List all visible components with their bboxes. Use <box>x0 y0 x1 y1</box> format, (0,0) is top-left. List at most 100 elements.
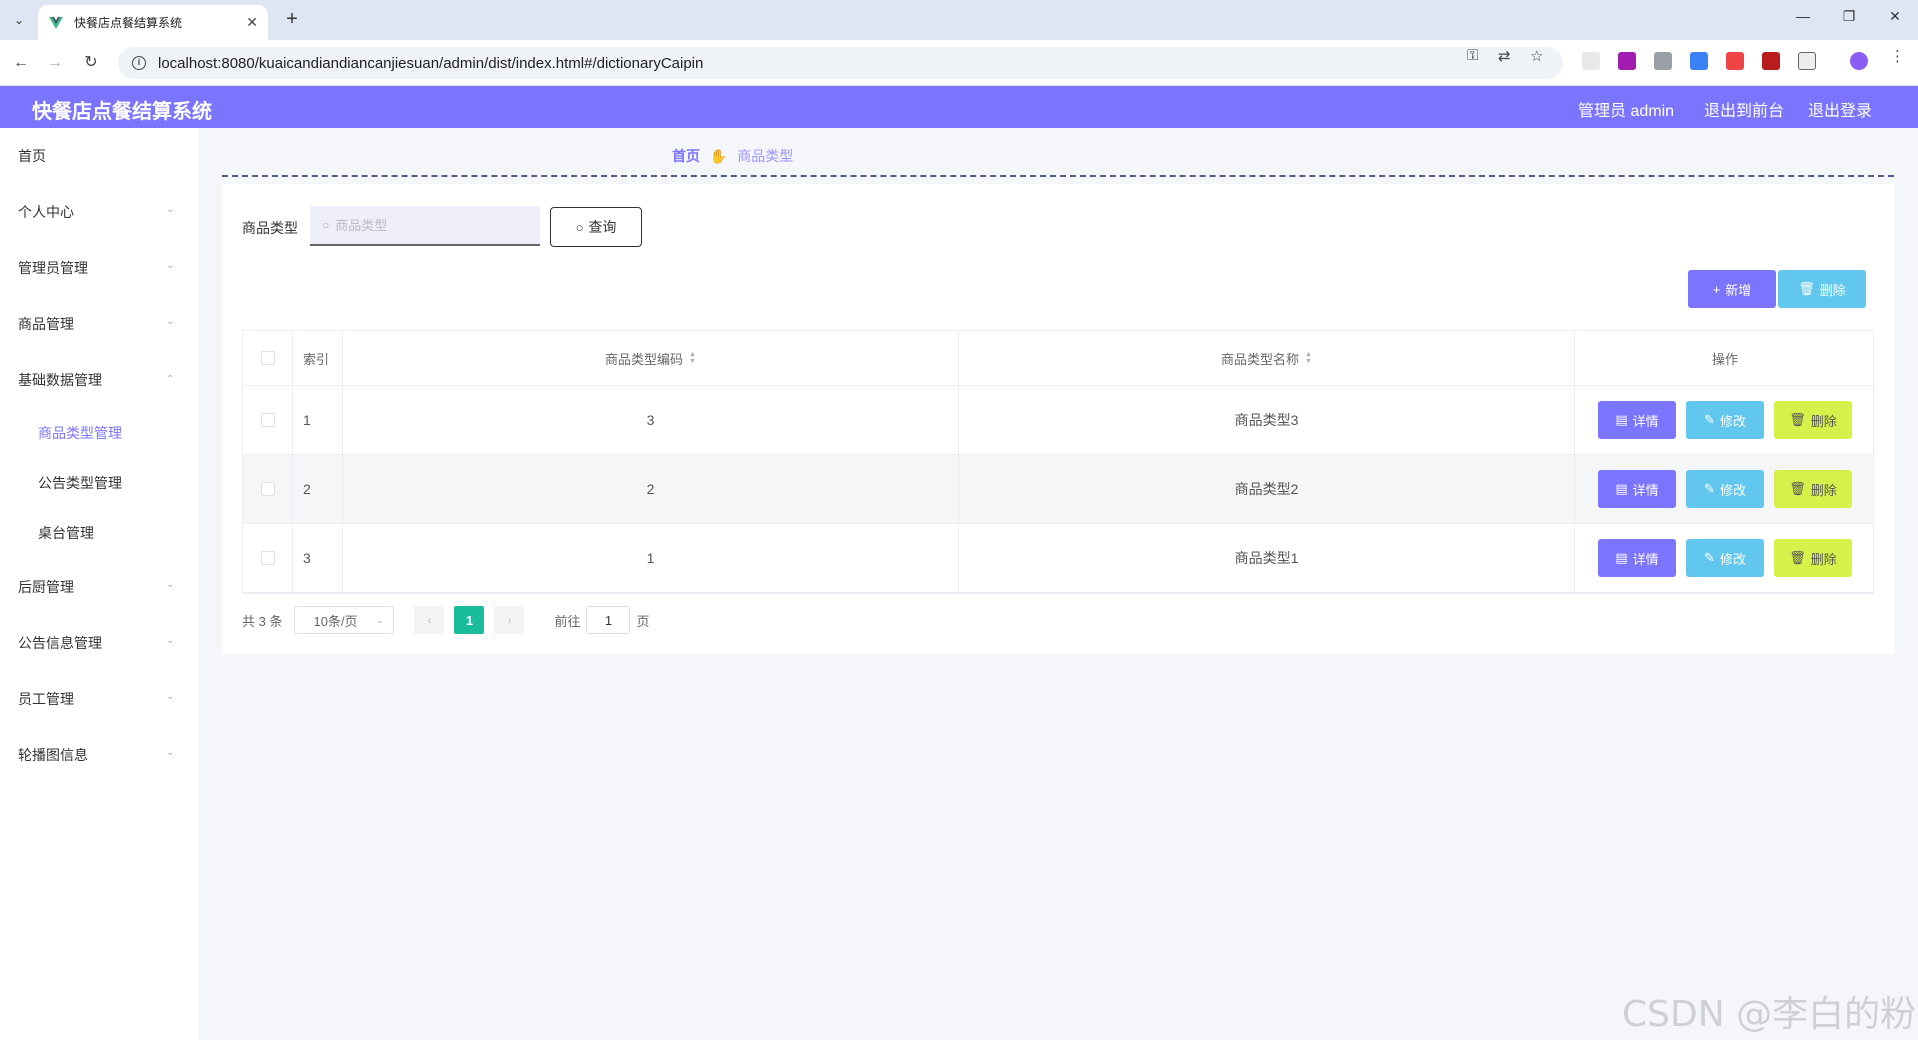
app-header: 快餐店点餐结算系统 管理员 admin 退出到前台 退出登录 <box>0 86 1918 128</box>
close-window-icon[interactable]: ✕ <box>1880 8 1910 25</box>
data-table: 索引 商品类型编码 ▲ ▼ 商品类型名称 ▲ ▼ 操作 1 3 商品类型3 ▤ 详情 … <box>242 330 1874 594</box>
trash-icon: 🗑 <box>1798 281 1815 296</box>
table-row: 3 1 商品类型1 ▤ 详情 ✎ 修改 🗑 删除 <box>243 524 1873 593</box>
extension-store-icon[interactable] <box>1654 52 1672 70</box>
goto-label: 前往 <box>554 613 581 629</box>
site-info-icon[interactable]: i <box>132 56 146 70</box>
page-size-select[interactable]: 10条/页 ⌄ <box>294 606 395 634</box>
reload-icon[interactable]: ↻ <box>80 52 102 74</box>
search-field[interactable]: ○ <box>310 206 540 246</box>
edit-button[interactable]: ✎ 修改 <box>1686 539 1764 577</box>
delete-label: 删除 <box>1810 482 1837 498</box>
add-button[interactable]: + 新增 <box>1688 270 1776 308</box>
delete-label: 删除 <box>1810 413 1837 429</box>
header-checkbox-cell <box>243 331 293 385</box>
pencil-icon: ✎ <box>1704 412 1715 427</box>
forward-icon[interactable]: → <box>44 52 66 74</box>
sidebar-item-notice-type[interactable]: 公告类型管理 <box>38 473 122 493</box>
prev-page-button[interactable]: ‹ <box>414 606 445 634</box>
chevron-down-icon: ⌄ <box>166 635 175 646</box>
browser-tab[interactable]: 快餐店点餐结算系统 ✕ <box>38 5 268 40</box>
detail-button[interactable]: ▤ 详情 <box>1598 470 1676 508</box>
batch-delete-button[interactable]: 🗑 删除 <box>1778 270 1866 308</box>
query-button[interactable]: ○ 查询 <box>550 207 642 247</box>
exit-to-front-link[interactable]: 退出到前台 <box>1704 97 1784 121</box>
extension-ublock-icon[interactable] <box>1762 52 1780 70</box>
row-actions: ▤ 详情 ✎ 修改 🗑 删除 <box>1575 386 1875 454</box>
query-button-label: 查询 <box>588 219 617 235</box>
document-icon: ▤ <box>1615 481 1628 496</box>
chevron-down-icon: ⌄ <box>166 747 175 758</box>
detail-button[interactable]: ▤ 详情 <box>1598 401 1676 439</box>
password-key-icon[interactable]: ⚿ <box>1467 47 1478 64</box>
edit-button[interactable]: ✎ 修改 <box>1686 470 1764 508</box>
detail-label: 详情 <box>1632 551 1659 567</box>
select-all-checkbox[interactable] <box>260 351 275 365</box>
page-number-current[interactable]: 1 <box>454 606 485 634</box>
row-checkbox[interactable] <box>260 413 275 427</box>
sidebar-item-table-management[interactable]: 桌台管理 <box>38 523 94 543</box>
app-title: 快餐店点餐结算系统 <box>32 101 212 123</box>
sidebar-item-kitchen[interactable]: 后厨管理 <box>18 577 74 597</box>
edit-button[interactable]: ✎ 修改 <box>1686 401 1764 439</box>
chevron-down-icon: ⌄ <box>166 260 175 271</box>
sort-icon[interactable]: ▲ ▼ <box>689 351 696 365</box>
sidebar-item-basic-data[interactable]: 基础数据管理 <box>18 370 102 390</box>
goto-page-input[interactable] <box>586 606 631 634</box>
sidebar-item-notice-info[interactable]: 公告信息管理 <box>18 633 102 653</box>
row-code: 1 <box>343 524 959 592</box>
row-checkbox-cell <box>243 455 293 523</box>
breadcrumb-home[interactable]: 首页 <box>672 148 700 164</box>
sidebar-item-home[interactable]: 首页 <box>18 146 46 166</box>
sidebar-item-product-type[interactable]: 商品类型管理 <box>38 423 122 443</box>
breadcrumb: 首页 ✋ 商品类型 <box>672 146 793 166</box>
sidebar: 首页 个人中心 ⌄ 管理员管理 ⌄ 商品管理 ⌄ 基础数据管理 ⌃ 商品类型管理… <box>0 128 198 1040</box>
chevron-down-icon: ⌄ <box>166 579 175 590</box>
extension-red-icon[interactable] <box>1726 52 1744 70</box>
profile-avatar-icon[interactable] <box>1850 52 1868 70</box>
sidebar-item-carousel[interactable]: 轮播图信息 <box>18 745 88 765</box>
extension-layers-icon[interactable] <box>1690 52 1708 70</box>
extension-cursor-icon[interactable] <box>1582 52 1600 70</box>
header-code[interactable]: 商品类型编码 ▲ ▼ <box>343 331 959 385</box>
detail-button[interactable]: ▤ 详情 <box>1598 539 1676 577</box>
sidebar-item-admin-management[interactable]: 管理员管理 <box>18 258 88 278</box>
row-checkbox[interactable] <box>260 551 275 565</box>
sort-icon[interactable]: ▲ ▼ <box>1305 351 1312 365</box>
bookmark-star-icon[interactable]: ☆ <box>1530 47 1543 65</box>
sidebar-item-staff[interactable]: 员工管理 <box>18 689 74 709</box>
hand-pointer-icon: ✋ <box>709 148 728 164</box>
header-name[interactable]: 商品类型名称 ▲ ▼ <box>959 331 1575 385</box>
extension-rp-icon[interactable] <box>1618 52 1636 70</box>
row-checkbox-cell <box>243 524 293 592</box>
restore-icon[interactable]: ❐ <box>1834 8 1864 25</box>
address-bar[interactable]: i localhost:8080/kuaicandiandiancanjiesu… <box>118 47 1563 79</box>
translate-icon[interactable]: ⇄ <box>1498 47 1511 65</box>
new-tab-button[interactable]: + <box>280 8 304 32</box>
tab-search-button[interactable]: ⌄ <box>8 9 30 31</box>
delete-button[interactable]: 🗑 删除 <box>1774 539 1852 577</box>
extensions-puzzle-icon[interactable] <box>1798 52 1816 70</box>
page-suffix: 页 <box>636 613 650 629</box>
logout-link[interactable]: 退出登录 <box>1808 97 1872 121</box>
plus-icon: + <box>1712 281 1721 297</box>
chevron-up-icon: ⌃ <box>166 374 175 385</box>
watermark: CSDN @李白的粉 <box>1622 994 1917 1035</box>
page-size-value: 10条/页 <box>313 613 358 629</box>
delete-label: 删除 <box>1810 551 1837 567</box>
batch-delete-label: 删除 <box>1819 282 1846 298</box>
search-input[interactable] <box>335 217 516 233</box>
next-page-button[interactable]: › <box>494 606 525 634</box>
back-icon[interactable]: ← <box>10 52 32 74</box>
sidebar-item-personal-center[interactable]: 个人中心 <box>18 202 74 222</box>
delete-button[interactable]: 🗑 删除 <box>1774 401 1852 439</box>
delete-button[interactable]: 🗑 删除 <box>1774 470 1852 508</box>
minimize-icon[interactable]: — <box>1788 8 1818 24</box>
browser-menu-icon[interactable]: ⋮ <box>1890 47 1905 65</box>
close-tab-icon[interactable]: ✕ <box>246 14 258 31</box>
document-icon: ▤ <box>1615 412 1628 427</box>
row-checkbox[interactable] <box>260 482 275 496</box>
sidebar-item-product-management[interactable]: 商品管理 <box>18 314 74 334</box>
chevron-down-icon: ⌄ <box>166 691 175 702</box>
pencil-icon: ✎ <box>1704 550 1715 565</box>
